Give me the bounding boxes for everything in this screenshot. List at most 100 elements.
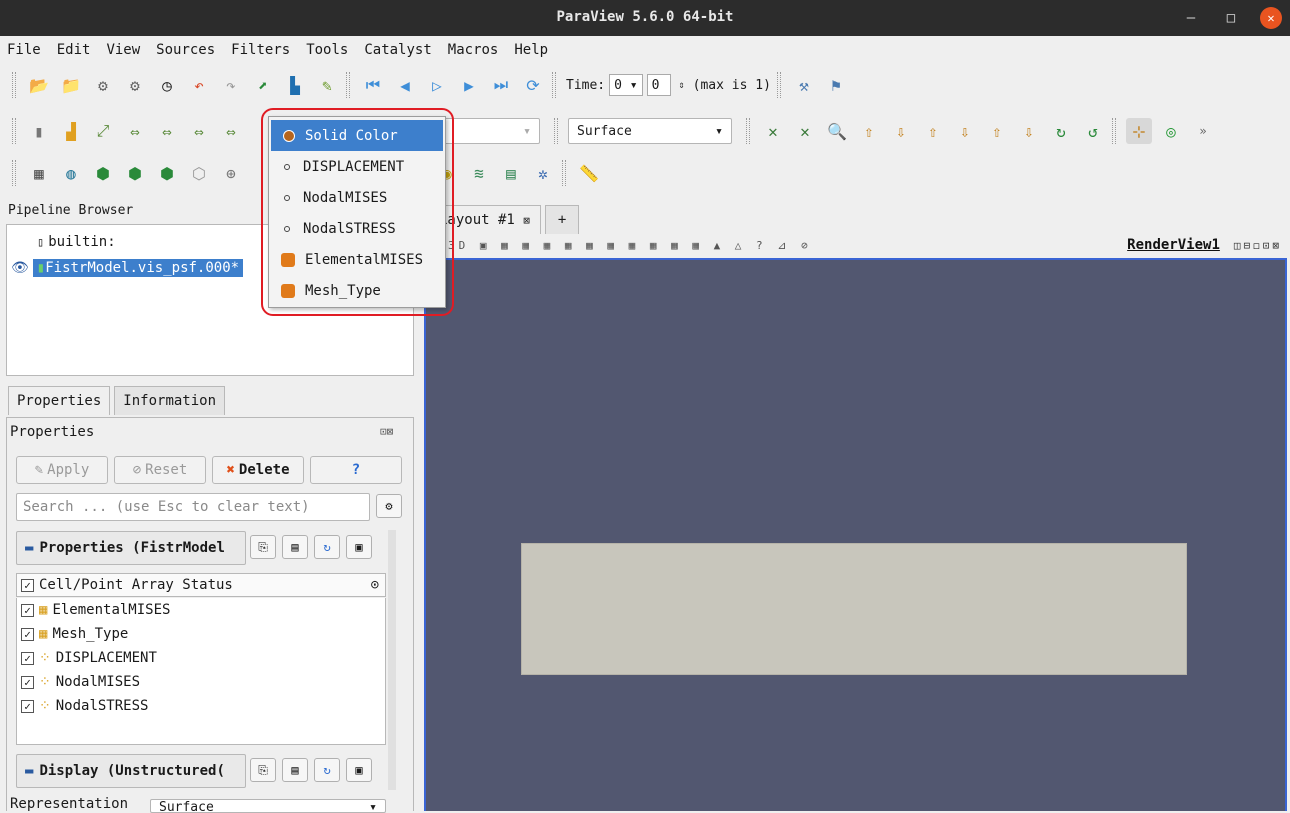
add-animation-icon[interactable]: ⚑ [823, 72, 849, 98]
zoom-to-data-icon[interactable]: ✕ [792, 118, 818, 144]
advanced-gear-icon[interactable]: ⚙ [376, 494, 402, 518]
play-icon[interactable]: ▷ [424, 72, 450, 98]
display-section-header[interactable]: ▬ Display (Unstructured( [16, 754, 246, 788]
paste-icon[interactable]: ▤ [282, 535, 308, 559]
pipeline-item-fistrmodel[interactable]: 👁 ▮FistrModel.vis_psf.000* [11, 257, 244, 279]
clip-icon[interactable]: ⬢ [90, 160, 116, 186]
close-tab-icon[interactable]: ⊠ [523, 214, 530, 227]
list-item[interactable]: ✓ ⁘ NodalSTRESS [17, 694, 385, 718]
apply-button[interactable]: ✎ Apply [16, 456, 108, 484]
menu-help[interactable]: Help [513, 40, 549, 64]
properties-section-header[interactable]: ▬ Properties (FistrModel [16, 531, 246, 565]
menu-edit[interactable]: Edit [56, 40, 92, 64]
view-minus-y-icon[interactable]: ⇩ [952, 118, 978, 144]
calculator-icon[interactable]: ▦ [26, 160, 52, 186]
list-item[interactable]: ✓ ▦ ElementalMISES [17, 598, 385, 622]
show-orientation-axes-icon[interactable]: ⊹ [1126, 118, 1152, 144]
menu-filters[interactable]: Filters [230, 40, 291, 64]
array-checkbox[interactable]: ✓ [21, 699, 34, 713]
add-layout-tab[interactable]: + [544, 205, 580, 234]
list-item[interactable]: ✓ ⁘ DISPLACEMENT [17, 646, 385, 670]
menu-catalyst[interactable]: Catalyst [363, 40, 432, 64]
time-value-combo[interactable]: 0 ▾ [609, 74, 643, 96]
view-split-icons[interactable]: ◫⊟◻⊡⊠ [1234, 239, 1282, 252]
connect-icon[interactable]: ⚙ [90, 72, 116, 98]
tab-information[interactable]: Information [114, 386, 226, 415]
slice-icon[interactable]: ⬢ [122, 160, 148, 186]
reset-camera-closest-icon[interactable]: ✕ [760, 118, 786, 144]
array-checkbox[interactable]: ✓ [21, 651, 34, 665]
rescale-over-time-icon[interactable]: ⇔ [218, 118, 244, 144]
next-frame-icon[interactable]: ▶ [456, 72, 482, 98]
open-file-icon[interactable]: 📂 [26, 72, 52, 98]
rescale-custom-icon[interactable]: ⇔ [122, 118, 148, 144]
first-frame-icon[interactable]: ⏮ [360, 72, 386, 98]
time-step-spinbox[interactable]: 0 [646, 74, 671, 96]
previous-frame-icon[interactable]: ◀ [392, 72, 418, 98]
point-sprites-icon[interactable]: ✲ [530, 160, 556, 186]
view-plus-x-icon[interactable]: ⇧ [856, 118, 882, 144]
array-list-header[interactable]: ✓ Cell/Point Array Status ⊙ [16, 573, 386, 597]
reset-button[interactable]: ⊘ Reset [114, 456, 206, 484]
array-checkbox[interactable]: ✓ [21, 603, 34, 617]
screenshot-icon[interactable]: ▙ [282, 72, 308, 98]
last-frame-icon[interactable]: ⏭ [488, 72, 514, 98]
rescale-visible-icon[interactable]: ⇔ [154, 118, 180, 144]
array-checkbox[interactable]: ✓ [21, 627, 34, 641]
menu-macros[interactable]: Macros [447, 40, 500, 64]
edit-animation-icon[interactable]: ⚒ [791, 72, 817, 98]
search-input[interactable]: Search ... (use Esc to clear text) [16, 493, 370, 521]
paste-icon[interactable]: ▤ [282, 758, 308, 782]
threshold-icon[interactable]: ⬢ [154, 160, 180, 186]
help-button[interactable]: ? [310, 456, 402, 484]
view-minus-z-icon[interactable]: ⇩ [1016, 118, 1042, 144]
view-tool-icons[interactable]: 3D ▣ ▦ ▦ ▦ ▦ ▦ ▦ ▦ ▦ ▦ ▦ ▲ △ ? ⊿ ⊘ [448, 239, 812, 252]
undock-close-icon[interactable]: ⊡⊠ [380, 425, 393, 438]
minimize-button[interactable]: – [1180, 7, 1202, 29]
list-item[interactable]: ✓ ▦ Mesh_Type [17, 622, 385, 646]
representation-combo[interactable]: Surface ▾ [568, 118, 732, 144]
eye-icon[interactable]: 👁 [11, 260, 29, 276]
view-minus-x-icon[interactable]: ⇩ [888, 118, 914, 144]
contour-icon[interactable]: ◍ [58, 160, 84, 186]
auto-apply-icon[interactable]: ◷ [154, 72, 180, 98]
copy-icon[interactable]: ⎘ [250, 758, 276, 782]
properties-scrollbar[interactable] [388, 530, 396, 790]
rotate-minus-90-icon[interactable]: ↺ [1080, 118, 1106, 144]
color-palette-icon[interactable]: ✎ [314, 72, 340, 98]
undo-icon[interactable]: ↶ [186, 72, 212, 98]
view-plus-z-icon[interactable]: ⇧ [984, 118, 1010, 144]
array-checkbox[interactable]: ✓ [21, 675, 34, 689]
redo-icon[interactable]: ↷ [218, 72, 244, 98]
menu-view[interactable]: View [105, 40, 141, 64]
color-by-combo-arrow[interactable]: ▾ [444, 118, 540, 144]
toggle-color-legend-icon[interactable]: ▮ [26, 118, 52, 144]
toolbar-overflow-icon[interactable]: » [1190, 118, 1216, 144]
zoom-to-box-icon[interactable]: 🔍 [824, 118, 850, 144]
delete-button[interactable]: ✖ Delete [212, 456, 304, 484]
menu-sources[interactable]: Sources [155, 40, 216, 64]
list-item[interactable]: ✓ ⁘ NodalMISES [17, 670, 385, 694]
array-all-checkbox[interactable]: ✓ [21, 578, 34, 592]
tab-properties[interactable]: Properties [8, 386, 111, 415]
glyph-icon[interactable]: ⊕ [218, 160, 244, 186]
show-center-icon[interactable]: ◎ [1158, 118, 1184, 144]
spin-arrows-icon[interactable]: ⇕ [675, 72, 689, 98]
save-default-icon[interactable]: ▣ [346, 535, 372, 559]
view-plus-y-icon[interactable]: ⇧ [920, 118, 946, 144]
menu-file[interactable]: File [6, 40, 42, 64]
stream-tracer-icon[interactable]: ≋ [466, 160, 492, 186]
ruler-icon[interactable]: 📏 [576, 160, 602, 186]
disconnect-icon[interactable]: ⚙ [122, 72, 148, 98]
extract-subset-icon[interactable]: ⬡ [186, 160, 212, 186]
pipeline-builtin[interactable]: ▯ builtin: [37, 231, 116, 253]
restore-icon[interactable]: ↻ [314, 758, 340, 782]
rescale-temporal-icon[interactable]: ⇔ [186, 118, 212, 144]
loop-icon[interactable]: ⟳ [520, 72, 546, 98]
render-view[interactable] [424, 258, 1287, 811]
save-default-icon[interactable]: ▣ [346, 758, 372, 782]
plot-data-icon[interactable]: ▤ [498, 160, 524, 186]
maximize-button[interactable]: □ [1220, 7, 1242, 29]
restore-icon[interactable]: ↻ [314, 535, 340, 559]
open-recent-icon[interactable]: 📁 [58, 72, 84, 98]
